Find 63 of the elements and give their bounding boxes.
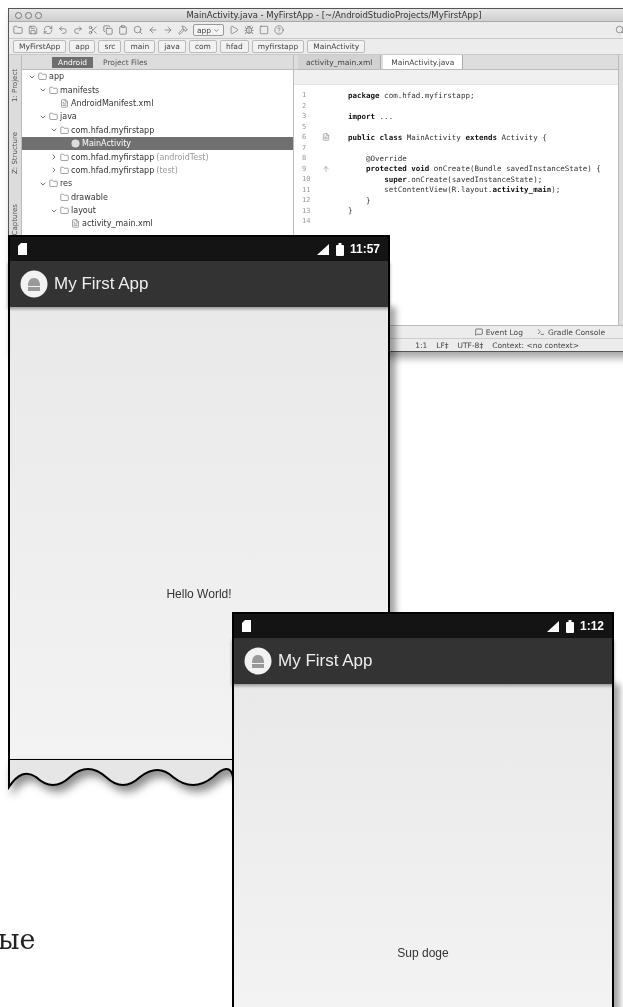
tree-item[interactable]: com.hfad.myfirstapp (androidTest)	[22, 150, 293, 164]
tree-item[interactable]: AndroidManifest.xml	[22, 96, 293, 111]
clock-time: 1:12	[579, 619, 604, 633]
speech-bubble-icon[interactable]	[474, 328, 483, 336]
tree-item[interactable]: java	[22, 110, 293, 124]
tree-item[interactable]: drawable	[22, 190, 293, 204]
search-icon[interactable]	[133, 25, 143, 35]
app-title: My First App	[278, 651, 373, 671]
folder-icon	[49, 112, 58, 122]
help-icon[interactable]	[274, 25, 285, 35]
class-icon	[71, 139, 80, 149]
sd-card-icon	[242, 620, 251, 632]
scissors-icon[interactable]	[88, 25, 98, 35]
folder-icon	[60, 165, 69, 175]
tree-item[interactable]: manifests	[22, 83, 293, 97]
folder-icon	[60, 125, 69, 135]
sd-card-icon	[18, 243, 27, 255]
tree-item[interactable]: layout	[22, 203, 293, 218]
play-icon[interactable]	[229, 25, 240, 35]
up-arrow-icon[interactable]	[322, 164, 330, 173]
folder-icon	[49, 179, 58, 189]
tree-item[interactable]: com.hfad.myfirstapp (test)	[22, 163, 293, 178]
back-icon[interactable]	[148, 25, 158, 35]
refresh-icon[interactable]	[43, 25, 53, 35]
battery-icon	[335, 242, 344, 256]
app-logo-icon	[20, 270, 48, 298]
folder-icon	[38, 72, 47, 82]
clipboard-icon[interactable]	[118, 25, 128, 35]
tree-item[interactable]: activity_main.xml	[22, 217, 293, 231]
bug-icon[interactable]	[244, 25, 255, 35]
window-title: MainActivity.java - MyFirstApp - [~/AndroidStudioProjects/MyFirstApp]	[185, 10, 483, 20]
forward-icon[interactable]	[163, 25, 173, 35]
file-icon	[60, 98, 69, 108]
tree-item-suffix: (test)	[156, 165, 178, 175]
message-text: Hello World!	[166, 587, 232, 601]
app-logo-icon	[244, 647, 272, 675]
message-text: Sup doge	[397, 946, 449, 960]
undo-icon[interactable]	[58, 25, 68, 35]
tree-item[interactable]: app	[22, 70, 293, 84]
signal-icon	[315, 243, 330, 255]
search-icon[interactable]	[615, 25, 623, 35]
folder-icon[interactable]	[13, 25, 23, 35]
terminal-icon[interactable]	[536, 328, 545, 336]
battery-icon	[565, 619, 574, 633]
caret-icon[interactable]	[213, 26, 221, 34]
signal-icon	[545, 620, 560, 632]
clock-time: 11:57	[349, 242, 380, 256]
file-icon[interactable]	[322, 133, 330, 142]
folder-icon	[49, 85, 58, 95]
tree-item[interactable]: MainActivity	[22, 136, 293, 151]
redo-icon[interactable]	[73, 25, 83, 35]
copy-icon[interactable]	[103, 25, 113, 35]
folder-icon	[60, 192, 69, 202]
tree-item[interactable]: com.hfad.myfirstapp	[22, 123, 293, 137]
folder-icon	[60, 206, 69, 216]
tree-item-suffix: (androidTest)	[156, 152, 209, 162]
app-title: My First App	[54, 274, 149, 294]
stop-icon[interactable]	[259, 25, 270, 35]
hammer-icon[interactable]	[178, 25, 188, 35]
save-icon[interactable]	[28, 25, 38, 35]
tree-item[interactable]: res	[22, 177, 293, 191]
folder-icon	[60, 152, 69, 162]
file-icon	[71, 219, 80, 229]
